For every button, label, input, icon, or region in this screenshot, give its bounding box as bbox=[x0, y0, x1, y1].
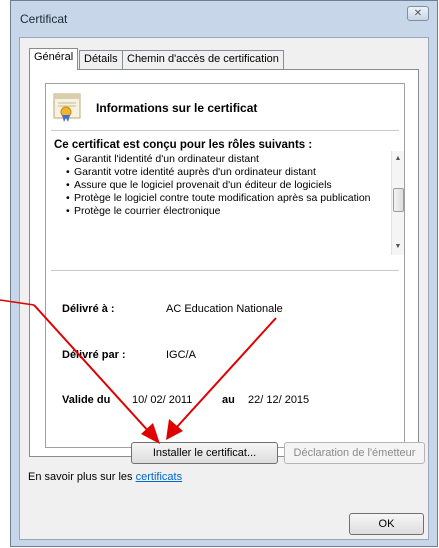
scroll-down-icon[interactable]: ▼ bbox=[392, 241, 404, 253]
purpose-heading: Ce certificat est conçu pour les rôles s… bbox=[54, 139, 313, 151]
purpose-scrollbar[interactable]: ▲ ▼ bbox=[391, 151, 404, 255]
issued-by-value: IGC/A bbox=[166, 349, 196, 361]
certificate-info-box: Informations sur le certificat Ce certif… bbox=[45, 83, 405, 448]
learn-more-line: En savoir plus sur les certificats bbox=[28, 471, 182, 483]
certificate-icon bbox=[53, 93, 81, 122]
tab-details[interactable]: Détails bbox=[79, 50, 123, 69]
scroll-up-icon[interactable]: ▲ bbox=[392, 153, 404, 165]
certificate-info-heading: Informations sur le certificat bbox=[96, 101, 258, 115]
list-item: Garantit l'identité d'un ordinateur dist… bbox=[66, 153, 396, 166]
purpose-list: Garantit l'identité d'un ordinateur dist… bbox=[66, 153, 396, 253]
certificate-dialog: Certificat ✕ Général Détails Chemin d'ac… bbox=[10, 0, 438, 547]
list-item: Protège le courrier électronique bbox=[66, 205, 396, 218]
learn-more-text: En savoir plus sur les bbox=[28, 471, 133, 483]
list-item: Protège le logiciel contre toute modific… bbox=[66, 192, 396, 205]
tab-general[interactable]: Général bbox=[29, 48, 79, 70]
divider bbox=[51, 270, 399, 271]
ok-button[interactable]: OK bbox=[349, 513, 424, 535]
issued-to-value: AC Education Nationale bbox=[166, 303, 283, 315]
general-tab-panel: Informations sur le certificat Ce certif… bbox=[29, 69, 419, 457]
certificates-link[interactable]: certificats bbox=[136, 471, 182, 483]
valid-from-value: 10/ 02/ 2011 bbox=[132, 394, 193, 406]
valid-to-label: au bbox=[222, 394, 235, 406]
close-icon: ✕ bbox=[413, 8, 423, 19]
issued-by-label: Délivré par : bbox=[62, 349, 126, 361]
divider bbox=[51, 130, 399, 131]
issued-to-label: Délivré à : bbox=[62, 303, 115, 315]
close-button[interactable]: ✕ bbox=[407, 6, 429, 21]
tab-certification-path[interactable]: Chemin d'accès de certification bbox=[122, 50, 284, 69]
window-title: Certificat bbox=[20, 12, 68, 26]
list-item: Garantit votre identité auprès d'un ordi… bbox=[66, 166, 396, 179]
valid-from-label: Valide du bbox=[62, 394, 111, 406]
install-certificate-button[interactable]: Installer le certificat... bbox=[131, 442, 278, 464]
dialog-client-area: Général Détails Chemin d'accès de certif… bbox=[19, 37, 429, 540]
scroll-thumb[interactable] bbox=[393, 188, 404, 212]
list-item: Assure que le logiciel provenait d'un éd… bbox=[66, 179, 396, 192]
valid-to-value: 22/ 12/ 2015 bbox=[248, 394, 310, 406]
issuer-statement-button[interactable]: Déclaration de l'émetteur bbox=[284, 442, 425, 464]
